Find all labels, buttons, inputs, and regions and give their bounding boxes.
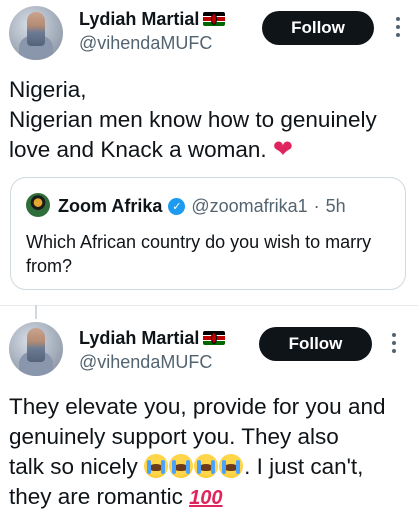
quoted-author-handle: @zoomafrika1 bbox=[191, 195, 308, 216]
tweet-text-line: talk so nicely . I just can't, bbox=[9, 452, 410, 482]
verified-badge-icon: ✓ bbox=[168, 197, 186, 215]
tweet-main[interactable]: Lydiah Martial @vihendaMUFC Follow Niger… bbox=[0, 0, 418, 305]
tweet-text: They elevate you, provide for you and ge… bbox=[9, 392, 410, 513]
tweet-text-segment: they are romantic bbox=[9, 484, 183, 509]
author-handle[interactable]: @vihendaMUFC bbox=[79, 33, 212, 54]
quoted-text: Which African country do you wish to mar… bbox=[26, 232, 372, 276]
more-dots-icon[interactable] bbox=[394, 17, 402, 41]
tweet-text-line: love and Knack a woman. ❤ bbox=[9, 135, 410, 165]
follow-button[interactable]: Follow bbox=[262, 11, 374, 45]
crying-face-icon bbox=[194, 454, 219, 478]
tweet-text-line: Nigerian men know how to genuinely bbox=[9, 107, 377, 132]
quoted-separator: · bbox=[313, 195, 320, 216]
tweet-text-segment: . I just can't, bbox=[244, 454, 364, 479]
more-dots-icon[interactable] bbox=[390, 333, 398, 357]
tweet-text-line: they are romantic 100 bbox=[9, 482, 410, 513]
tweet-text: Nigeria, Nigerian men know how to genuin… bbox=[9, 75, 410, 165]
author-avatar[interactable] bbox=[9, 6, 63, 60]
tweet-text-segment: love and Knack a woman. bbox=[9, 137, 267, 162]
tweet-text-line: Nigeria, bbox=[9, 77, 87, 102]
author-name-row: Lydiah Martial bbox=[79, 327, 226, 349]
crying-face-icon bbox=[219, 454, 244, 478]
author-handle[interactable]: @vihendaMUFC bbox=[79, 352, 212, 373]
crying-face-icon bbox=[144, 454, 169, 478]
tweet-text-line: genuinely support you. They also bbox=[9, 424, 339, 449]
author-name[interactable]: Lydiah Martial bbox=[79, 328, 199, 349]
hundred-points-icon: 100 bbox=[189, 487, 223, 509]
quoted-tweet[interactable]: Zoom Afrika ✓ @zoomafrika1 · 5h Which Af… bbox=[10, 177, 406, 290]
quoted-time[interactable]: 5h bbox=[326, 196, 346, 217]
quoted-avatar[interactable] bbox=[26, 193, 50, 217]
tweet-reply[interactable]: Lydiah Martial @vihendaMUFC Follow They … bbox=[0, 306, 418, 518]
crying-face-icon bbox=[169, 454, 194, 478]
kenya-flag-icon bbox=[203, 331, 226, 345]
quoted-author-name: Zoom Afrika bbox=[58, 195, 163, 216]
kenya-flag-icon bbox=[203, 12, 226, 26]
quoted-header: Zoom Afrika ✓ @zoomafrika1 · 5h bbox=[58, 194, 346, 218]
tweet-text-segment: talk so nicely bbox=[9, 454, 138, 479]
author-name-row: Lydiah Martial bbox=[79, 8, 226, 30]
heart-emoji-icon: ❤ bbox=[272, 136, 294, 163]
follow-button[interactable]: Follow bbox=[259, 327, 372, 361]
tweet-text-line: They elevate you, provide for you and bbox=[9, 394, 386, 419]
author-avatar[interactable] bbox=[9, 322, 63, 376]
author-name[interactable]: Lydiah Martial bbox=[79, 9, 199, 30]
